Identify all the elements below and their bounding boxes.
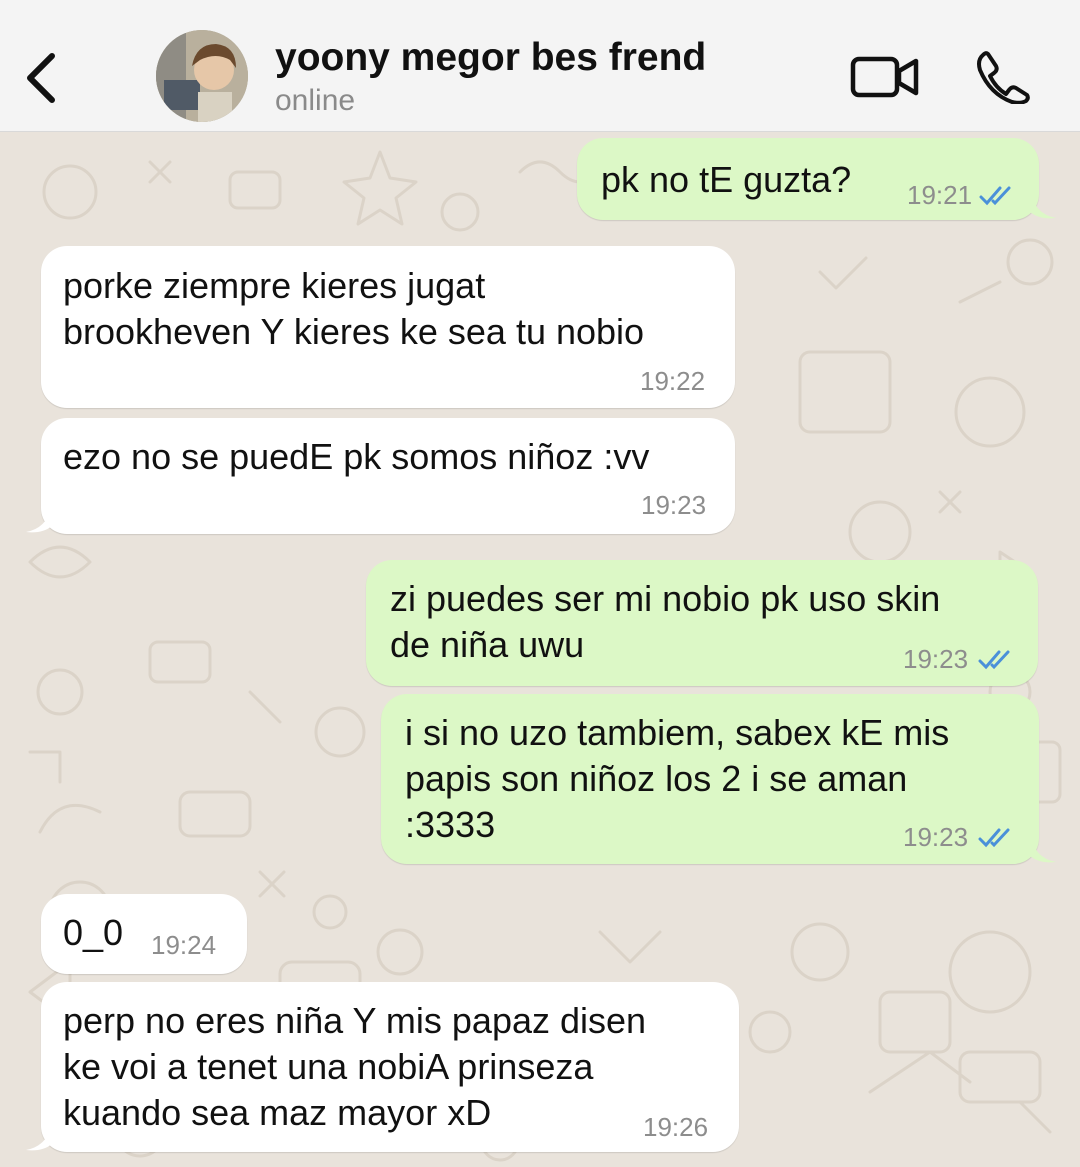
double-check-icon	[978, 650, 1010, 670]
message-time: 19:22	[640, 366, 706, 396]
bubble-tail	[26, 1122, 52, 1151]
message-text: porke ziempre kieres jugat	[63, 265, 486, 306]
contact-name[interactable]: yoony megor bes frend	[275, 36, 706, 80]
message-time: 19:23	[903, 822, 969, 852]
double-check-icon	[979, 186, 1011, 206]
contact-avatar[interactable]	[156, 30, 248, 122]
chevron-left-icon	[27, 53, 55, 103]
message-text: :3333	[405, 804, 496, 845]
incoming-message[interactable]: ezo no se puedE pk somos niñoz :vv 19:23	[41, 418, 735, 534]
message-time: 19:26	[643, 1112, 709, 1142]
video-camera-icon	[850, 56, 919, 98]
message-text: kuando sea maz mayor xD	[63, 1092, 492, 1133]
message-text: i si no uzo tambiem, sabex kE mis	[405, 712, 950, 753]
chat-area[interactable]: pk no tE guzta? 19:21 porke ziempre kier…	[0, 132, 1080, 1167]
incoming-message[interactable]: perp no eres niña Y mis papaz disen ke v…	[41, 982, 739, 1152]
message-text: brookheven Y kieres ke sea tu nobio	[63, 311, 645, 352]
voice-call-button[interactable]	[974, 50, 1030, 105]
message-time: 19:23	[641, 490, 707, 520]
message-time: 19:23	[903, 644, 969, 674]
double-check-icon	[978, 828, 1010, 848]
outgoing-message[interactable]: pk no tE guzta? 19:21	[577, 138, 1039, 220]
message-text: perp no eres niña Y mis papaz disen	[63, 1000, 647, 1041]
back-button[interactable]	[22, 50, 62, 106]
incoming-message[interactable]: 0_0 19:24	[41, 894, 247, 974]
chat-header: yoony megor bes frend online	[0, 0, 1080, 132]
outgoing-message[interactable]: i si no uzo tambiem, sabex kE mis papis …	[381, 694, 1039, 864]
bubble-tail	[26, 504, 52, 533]
phone-icon	[977, 51, 1030, 105]
message-text: zi puedes ser mi nobio pk uso skin	[390, 578, 941, 619]
message-text: ezo no se puedE pk somos niñoz :vv	[63, 436, 650, 477]
message-time: 19:24	[151, 930, 217, 960]
message-text: papis son niñoz los 2 i se aman	[405, 758, 908, 799]
video-call-button[interactable]	[850, 54, 920, 100]
incoming-message[interactable]: porke ziempre kieres jugat brookheven Y …	[41, 246, 735, 408]
contact-status: online	[275, 84, 356, 117]
bubble-tail	[1030, 190, 1056, 219]
message-text: de niña uwu	[390, 624, 585, 665]
message-text: 0_0	[63, 912, 124, 953]
outgoing-message[interactable]: zi puedes ser mi nobio pk uso skin de ni…	[366, 560, 1038, 686]
message-text: ke voi a tenet una nobiA prinseza	[63, 1046, 594, 1087]
message-text: pk no tE guzta?	[601, 159, 852, 200]
message-time: 19:21	[907, 180, 973, 210]
bubble-tail	[1030, 834, 1056, 863]
